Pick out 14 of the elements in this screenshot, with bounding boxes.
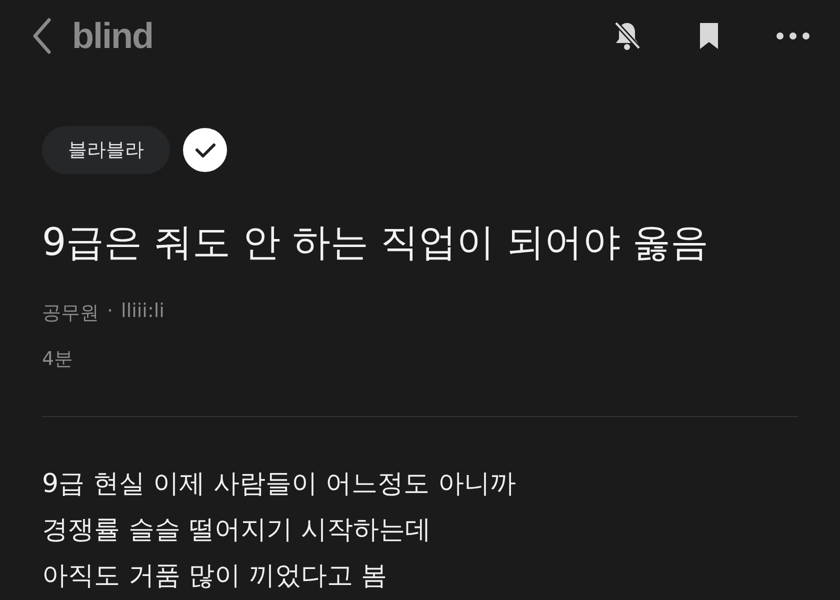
back-icon[interactable]: [32, 18, 52, 54]
bookmark-icon[interactable]: [698, 21, 720, 51]
post-title: 9급은 줘도 안 하는 직업이 되어야 옳음: [42, 219, 710, 266]
body-text: 경쟁률 슬슬 떨어지기 시작하는데: [42, 514, 432, 547]
logo: blind: [72, 15, 153, 57]
post-time: 4분: [42, 347, 74, 372]
body-text: 9급 현실 이제 사람들이 어느정도 아니까: [42, 468, 517, 501]
more-icon[interactable]: [776, 32, 810, 40]
body-text: 아직도 거품 많이 끼었다고 봄: [42, 560, 388, 593]
company-name: 공무원: [42, 301, 99, 326]
board-tag[interactable]: 블라블라: [42, 126, 170, 174]
muted-bell-icon[interactable]: [612, 20, 642, 52]
author-name: lliii:li: [121, 300, 164, 324]
separator: ·: [107, 300, 114, 324]
